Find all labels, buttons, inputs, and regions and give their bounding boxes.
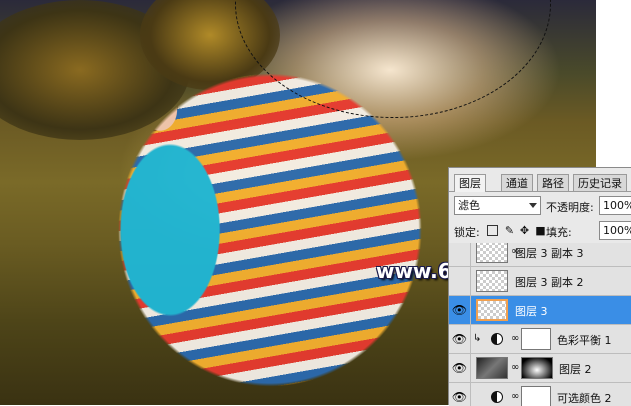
layer-thumbnail — [476, 357, 508, 379]
layer-name: 图层 3 — [515, 305, 548, 318]
layer-thumbnail — [476, 243, 508, 263]
blend-mode-select[interactable]: 滤色 — [454, 196, 541, 215]
tab-history[interactable]: 历史记录 — [573, 174, 627, 191]
panel-tabs: 图层 通道 路径 历史记录 — [449, 172, 631, 192]
lock-label: 锁定: — [454, 226, 480, 239]
layer-row-selected[interactable]: 👁 图层 3 — [449, 296, 631, 325]
lock-position-icon[interactable]: ✥ — [519, 225, 530, 236]
layer-mask-thumbnail — [521, 357, 553, 379]
layer-name: 可选颜色 2 — [557, 392, 612, 405]
layer-name: 图层 2 — [559, 363, 592, 376]
canvas-margin — [596, 0, 631, 167]
layers-panel: 图层 通道 路径 历史记录 滤色 不透明度: 100% 锁定: ✎ ✥ ■ 填充… — [448, 167, 631, 406]
layer-name: 图层 3 副本 2 — [515, 276, 584, 289]
visibility-toggle[interactable] — [449, 267, 471, 295]
layer-row[interactable]: 图层 3 副本 2 — [449, 267, 631, 296]
tab-layers[interactable]: 图层 — [454, 174, 486, 192]
link-icon: ∞ — [511, 333, 520, 344]
eye-icon[interactable]: 👁 — [449, 354, 471, 382]
visibility-toggle[interactable] — [449, 243, 471, 266]
clip-arrow-icon: ↳ — [473, 333, 482, 344]
layers-list: ∞ 图层 3 副本 3 图层 3 副本 2 👁 图层 3 👁 ↳ ∞ 色彩平衡 … — [449, 243, 631, 406]
layer-thumbnail — [476, 270, 508, 292]
fill-input[interactable]: 100% — [599, 221, 631, 240]
opacity-input[interactable]: 100% — [599, 196, 631, 215]
lock-pixels-icon[interactable]: ✎ — [504, 225, 515, 236]
opacity-label: 不透明度: — [546, 201, 594, 214]
layer-thumbnail — [476, 299, 508, 321]
layer-name: 图层 3 副本 3 — [515, 247, 584, 260]
layer-mask-thumbnail — [521, 386, 551, 406]
eye-icon[interactable]: 👁 — [449, 296, 471, 324]
lock-transparent-icon[interactable] — [487, 225, 498, 236]
layer-row[interactable]: 👁 ∞ 可选颜色 2 — [449, 383, 631, 406]
blend-mode-value: 滤色 — [458, 199, 480, 212]
eye-icon[interactable]: 👁 — [449, 325, 471, 353]
adjustment-layer-icon — [491, 333, 503, 345]
layer-row[interactable]: 👁 ↳ ∞ 色彩平衡 1 — [449, 325, 631, 354]
tab-paths[interactable]: 路径 — [537, 174, 569, 191]
eye-icon[interactable]: 👁 — [449, 383, 471, 406]
lock-row: 锁定: ✎ ✥ ■ 填充: 100% — [449, 221, 631, 241]
tab-channels[interactable]: 通道 — [501, 174, 533, 191]
adjustment-layer-icon — [491, 391, 503, 403]
layer-row[interactable]: 👁 ∞ 图层 2 — [449, 354, 631, 383]
layer-mask-thumbnail — [521, 328, 551, 350]
lock-all-icon[interactable]: ■ — [535, 225, 546, 236]
chevron-down-icon — [529, 203, 537, 208]
link-icon: ∞ — [511, 362, 520, 373]
layer-name: 色彩平衡 1 — [557, 334, 612, 347]
link-icon: ∞ — [511, 391, 520, 402]
layer-row[interactable]: ∞ 图层 3 副本 3 — [449, 243, 631, 267]
fill-label: 填充: — [546, 226, 572, 239]
blend-row: 滤色 不透明度: 100% — [449, 195, 631, 217]
